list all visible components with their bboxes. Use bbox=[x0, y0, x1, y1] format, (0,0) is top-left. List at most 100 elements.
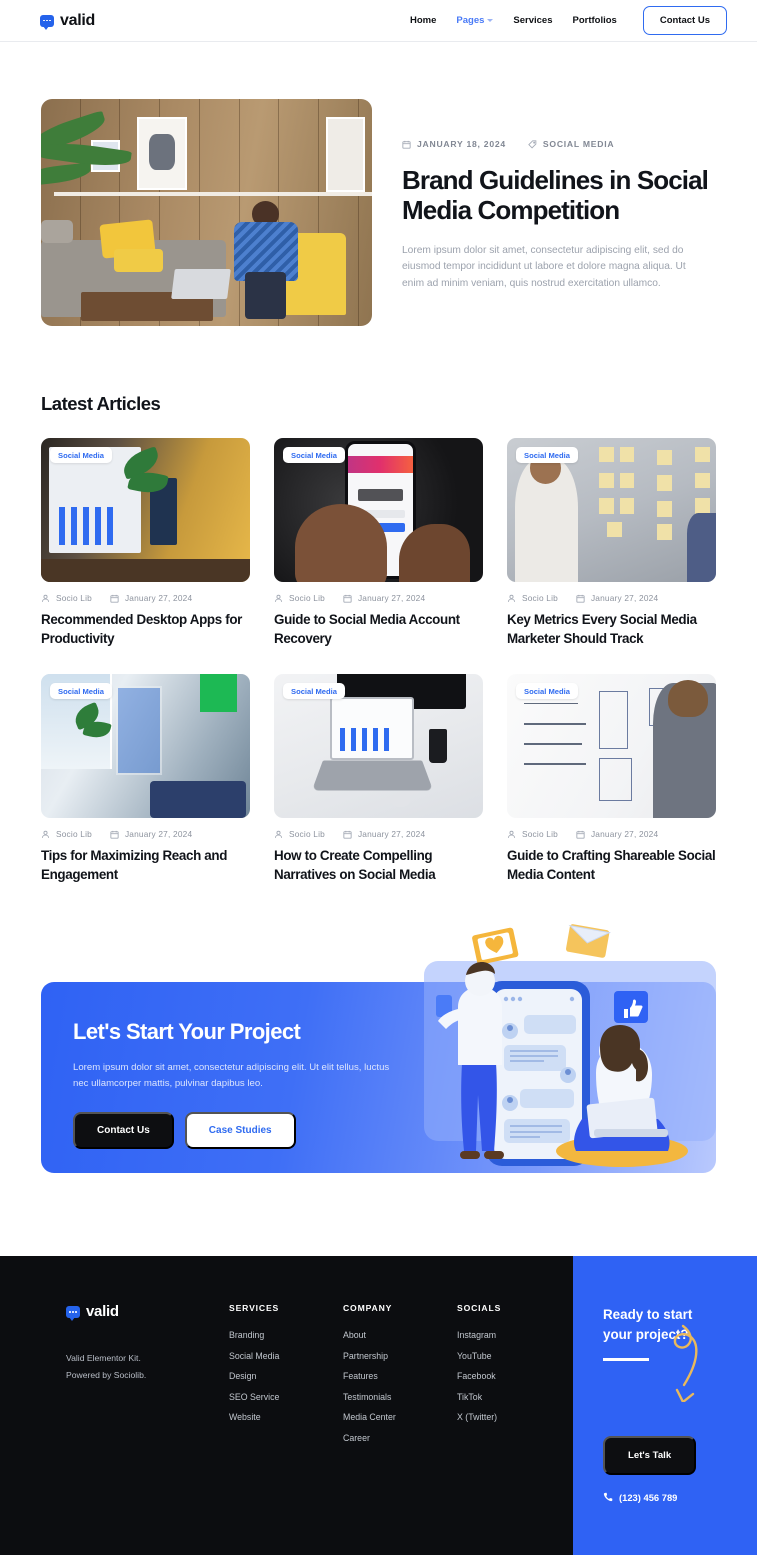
calendar-icon bbox=[343, 594, 352, 603]
user-icon bbox=[507, 594, 516, 602]
article-title[interactable]: Guide to Social Media Account Recovery bbox=[274, 610, 483, 648]
hero-date: JANUARY 18, 2024 bbox=[402, 139, 506, 149]
footer-main: valid Valid Elementor Kit. Powered by So… bbox=[0, 1256, 573, 1555]
hero-section: JANUARY 18, 2024 SOCIAL MEDIA Brand Guid… bbox=[0, 42, 757, 326]
article-card[interactable]: Social Media Socio Lib January 27, 2024 … bbox=[41, 674, 250, 884]
footer-link-tiktok[interactable]: TikTok bbox=[457, 1392, 571, 1402]
articles-grid: Social Media Socio Lib January 27, 2024 … bbox=[41, 438, 716, 884]
footer-panel-rule bbox=[603, 1358, 649, 1361]
nav-item-pages[interactable]: Pages bbox=[456, 15, 494, 26]
user-icon bbox=[274, 594, 283, 602]
article-date: January 27, 2024 bbox=[343, 593, 425, 603]
article-date-text: January 27, 2024 bbox=[590, 829, 659, 840]
footer-link-partnership[interactable]: Partnership bbox=[343, 1351, 457, 1361]
calendar-icon bbox=[576, 594, 585, 603]
footer-logo[interactable]: valid bbox=[66, 1303, 229, 1321]
article-author: Socio Lib bbox=[274, 593, 325, 603]
footer-cta-panel: Ready to start your project? Let's Talk … bbox=[573, 1256, 757, 1555]
footer-phone-text: (123) 456 789 bbox=[619, 1491, 678, 1503]
article-thumbnail: Social Media bbox=[507, 438, 716, 582]
lets-talk-button[interactable]: Let's Talk bbox=[603, 1435, 697, 1475]
article-author-text: Socio Lib bbox=[56, 593, 92, 603]
article-title[interactable]: How to Create Compelling Narratives on S… bbox=[274, 846, 483, 884]
nav-item-pages-label[interactable]: Pages bbox=[456, 15, 484, 26]
article-author: Socio Lib bbox=[41, 593, 92, 603]
article-author-text: Socio Lib bbox=[289, 593, 325, 603]
cta-case-studies-button[interactable]: Case Studies bbox=[184, 1112, 296, 1150]
cta-banner: Let's Start Your Project Lorem ipsum dol… bbox=[41, 924, 716, 1174]
article-author: Socio Lib bbox=[41, 829, 92, 839]
article-date-text: January 27, 2024 bbox=[124, 829, 193, 840]
article-author-text: Socio Lib bbox=[522, 593, 558, 603]
article-author-text: Socio Lib bbox=[522, 829, 558, 840]
hero-image bbox=[41, 99, 372, 326]
chat-bubble-icon bbox=[40, 14, 54, 30]
article-author-text: Socio Lib bbox=[289, 829, 325, 840]
article-badge: Social Media bbox=[516, 683, 579, 700]
footer-link-social-media[interactable]: Social Media bbox=[229, 1351, 343, 1361]
page-root: valid Home Pages Services Portfolios Con… bbox=[0, 0, 757, 1555]
calendar-icon bbox=[110, 830, 119, 839]
cta-contact-us-button[interactable]: Contact Us bbox=[73, 1112, 174, 1150]
article-meta: Socio Lib January 27, 2024 bbox=[274, 829, 483, 839]
footer-link-website[interactable]: Website bbox=[229, 1412, 343, 1422]
article-meta: Socio Lib January 27, 2024 bbox=[507, 829, 716, 839]
phone-icon bbox=[603, 1492, 613, 1502]
article-title[interactable]: Tips for Maximizing Reach and Engagement bbox=[41, 846, 250, 884]
article-title[interactable]: Guide to Crafting Shareable Social Media… bbox=[507, 846, 716, 884]
chevron-down-icon bbox=[487, 19, 494, 22]
nav-item-portfolios[interactable]: Portfolios bbox=[573, 15, 617, 26]
footer-link-testimonials[interactable]: Testimonials bbox=[343, 1392, 457, 1402]
footer-link-career[interactable]: Career bbox=[343, 1433, 457, 1443]
article-card[interactable]: Social Media Socio Lib January 27, 2024 … bbox=[507, 674, 716, 884]
footer-link-features[interactable]: Features bbox=[343, 1371, 457, 1381]
footer-link-instagram[interactable]: Instagram bbox=[457, 1330, 571, 1340]
footer-link-branding[interactable]: Branding bbox=[229, 1330, 343, 1340]
hero-plant bbox=[41, 110, 140, 208]
article-badge: Social Media bbox=[283, 683, 346, 700]
footer-column-socials: SOCIALS Instagram YouTube Facebook TikTo… bbox=[457, 1303, 571, 1555]
article-badge: Social Media bbox=[283, 447, 346, 463]
article-card[interactable]: Social Media Socio Lib January 27, 2024 … bbox=[41, 438, 250, 648]
footer-column-company: COMPANY About Partnership Features Testi… bbox=[343, 1303, 457, 1555]
footer-column-heading: SOCIALS bbox=[457, 1303, 502, 1314]
footer-link-seo-service[interactable]: SEO Service bbox=[229, 1392, 343, 1402]
article-date: January 27, 2024 bbox=[576, 829, 658, 839]
hero-title: Brand Guidelines in Social Media Competi… bbox=[402, 165, 709, 226]
user-icon bbox=[41, 830, 50, 838]
footer-column-heading: SERVICES bbox=[229, 1303, 280, 1314]
footer-brand: valid Valid Elementor Kit. Powered by So… bbox=[66, 1303, 229, 1555]
footer-link-youtube[interactable]: YouTube bbox=[457, 1351, 571, 1361]
nav-item-home[interactable]: Home bbox=[410, 15, 436, 26]
hero-date-text: JANUARY 18, 2024 bbox=[417, 139, 506, 149]
hero-category: SOCIAL MEDIA bbox=[528, 139, 614, 149]
article-card[interactable]: Social Media Socio Lib January 27, 2024 … bbox=[274, 438, 483, 648]
calendar-icon bbox=[110, 594, 119, 603]
logo[interactable]: valid bbox=[40, 12, 95, 30]
article-meta: Socio Lib January 27, 2024 bbox=[507, 593, 716, 603]
footer-link-x-twitter[interactable]: X (Twitter) bbox=[457, 1412, 571, 1422]
article-title[interactable]: Recommended Desktop Apps for Productivit… bbox=[41, 610, 250, 648]
article-card[interactable]: Social Media Socio Lib January 27, 2024 … bbox=[507, 438, 716, 648]
article-author-text: Socio Lib bbox=[56, 829, 92, 840]
footer-link-design[interactable]: Design bbox=[229, 1371, 343, 1381]
footer-note-line2: Powered by Sociolib. bbox=[66, 1369, 147, 1380]
footer-link-about[interactable]: About bbox=[343, 1330, 457, 1340]
hero-category-text: SOCIAL MEDIA bbox=[542, 139, 615, 149]
user-icon bbox=[274, 830, 283, 838]
footer-column-services: SERVICES Branding Social Media Design SE… bbox=[229, 1303, 343, 1555]
article-card[interactable]: Social Media Socio Lib January 27, 2024 … bbox=[274, 674, 483, 884]
article-meta: Socio Lib January 27, 2024 bbox=[41, 593, 250, 603]
article-thumbnail: Social Media bbox=[507, 674, 716, 819]
footer-link-media-center[interactable]: Media Center bbox=[343, 1412, 457, 1422]
footer-phone[interactable]: (123) 456 789 bbox=[603, 1492, 757, 1503]
article-meta: Socio Lib January 27, 2024 bbox=[274, 593, 483, 603]
article-thumbnail: Social Media bbox=[274, 674, 483, 819]
article-title[interactable]: Key Metrics Every Social Media Marketer … bbox=[507, 610, 716, 648]
footer-link-facebook[interactable]: Facebook bbox=[457, 1371, 571, 1381]
nav-item-services[interactable]: Services bbox=[513, 15, 552, 26]
header-contact-us-button[interactable]: Contact Us bbox=[642, 6, 727, 35]
latest-articles-section: Latest Articles Social Media Socio Lib J… bbox=[0, 326, 757, 884]
article-badge: Social Media bbox=[50, 683, 113, 700]
article-date-text: January 27, 2024 bbox=[357, 593, 426, 603]
